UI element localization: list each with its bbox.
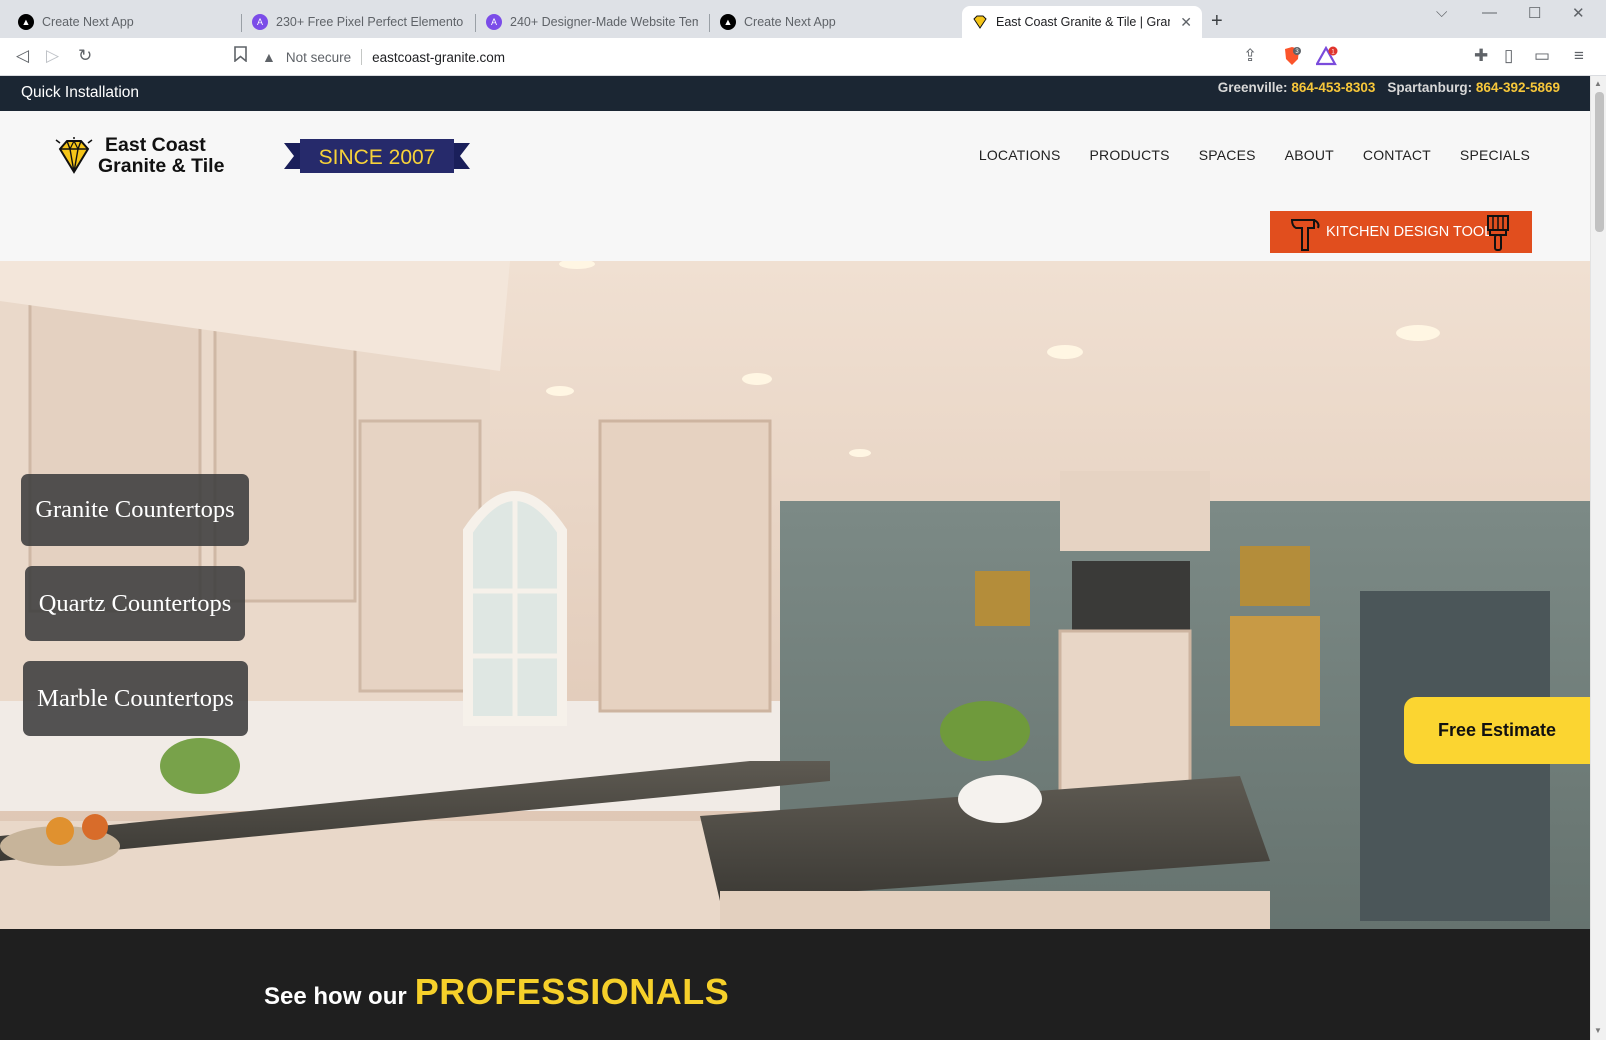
tab-title: 230+ Free Pixel Perfect Elementor Tem <box>276 15 464 29</box>
logo-line-1: East Coast <box>105 134 206 156</box>
warning-icon: ▲ <box>262 49 276 65</box>
phone-number: 864-392-5869 <box>1475 80 1560 95</box>
minimize-icon[interactable]: — <box>1482 4 1497 21</box>
phone-greenville[interactable]: Greenville: 864-453-8303 <box>1218 80 1376 95</box>
tab-website-templates[interactable]: A 240+ Designer-Made Website Templa <box>476 6 708 38</box>
astra-icon: A <box>252 14 268 30</box>
quartz-countertops-button[interactable]: Quartz Countertops <box>25 566 245 641</box>
paintbrush-icon <box>1487 215 1509 251</box>
hero-banner: Granite Countertops Quartz Countertops M… <box>0 261 1590 929</box>
page-scrollbar[interactable]: ▲ ▼ <box>1590 76 1606 1040</box>
diamond-logo-icon <box>55 137 93 174</box>
phone-city: Spartanburg: <box>1387 80 1473 95</box>
marble-countertops-button[interactable]: Marble Countertops <box>23 661 248 736</box>
back-icon[interactable]: ◁ <box>16 46 29 66</box>
since-banner-text: SINCE 2007 <box>319 146 436 169</box>
kitchen-design-tool-label: KITCHEN DESIGN TOOL <box>1326 224 1493 240</box>
main-nav: LOCATIONS PRODUCTS SPACES ABOUT CONTACT … <box>979 147 1530 163</box>
nav-locations[interactable]: LOCATIONS <box>979 147 1061 163</box>
wallet-icon[interactable]: ▭ <box>1534 46 1550 66</box>
url-text: eastcoast-granite.com <box>372 49 505 65</box>
phone-city: Greenville: <box>1217 80 1288 95</box>
scroll-down-icon[interactable]: ▼ <box>1594 1026 1602 1035</box>
top-info-bar: Quick Installation Greenville: 864-453-8… <box>0 76 1590 111</box>
nav-about[interactable]: ABOUT <box>1285 147 1334 163</box>
nav-products[interactable]: PRODUCTS <box>1090 147 1170 163</box>
browser-toolbar: ◁ ▷ ↻ ▲ Not secure eastcoast-granite.com… <box>0 38 1606 76</box>
tab-title: Create Next App <box>42 15 134 29</box>
tab-title: Create Next App <box>744 15 836 29</box>
site-header: East Coast Granite & Tile SINCE 2007 LOC… <box>0 111 1590 261</box>
address-bar[interactable]: ▲ Not secure eastcoast-granite.com <box>262 43 1262 71</box>
heading-lead: See how our <box>264 983 407 1010</box>
brave-shield-icon[interactable]: 3 <box>1282 46 1301 66</box>
tab-east-coast-granite[interactable]: East Coast Granite & Tile | Granite ✕ <box>962 6 1202 38</box>
tab-title: 240+ Designer-Made Website Templa <box>510 15 698 29</box>
extensions-icon[interactable]: ✚ <box>1474 46 1488 66</box>
phone-numbers: Greenville: 864-453-8303 Spartanburg: 86… <box>1218 80 1560 95</box>
nextjs-icon: ▲ <box>18 14 34 30</box>
tab-create-next-app-2[interactable]: ▲ Create Next App <box>710 6 942 38</box>
new-tab-button[interactable]: + <box>1211 10 1223 33</box>
heading-highlight: PROFESSIONALS <box>414 971 730 1012</box>
forward-icon[interactable]: ▷ <box>46 46 59 66</box>
close-tab-icon[interactable]: ✕ <box>1180 14 1192 31</box>
logo-wordmark: East Coast Granite & Tile <box>98 135 224 177</box>
free-estimate-button[interactable]: Free Estimate <box>1404 697 1590 764</box>
close-window-icon[interactable]: ✕ <box>1572 4 1585 22</box>
tab-create-next-app-1[interactable]: ▲ Create Next App <box>8 6 240 38</box>
sidebar-icon[interactable]: ▯ <box>1504 46 1513 66</box>
browser-tabstrip: ▲ Create Next App A 230+ Free Pixel Perf… <box>0 0 1606 38</box>
granite-countertops-button[interactable]: Granite Countertops <box>21 474 249 546</box>
nextjs-icon: ▲ <box>720 14 736 30</box>
menu-icon[interactable]: ≡ <box>1574 46 1584 66</box>
section-heading: See how our PROFESSIONALS <box>264 971 729 1013</box>
tab-search-icon[interactable]: ⌵ <box>1436 4 1447 21</box>
bookmark-icon[interactable] <box>234 46 247 67</box>
reload-icon[interactable]: ↻ <box>78 46 92 66</box>
tab-elementor-templates[interactable]: A 230+ Free Pixel Perfect Elementor Tem <box>242 6 474 38</box>
scroll-up-icon[interactable]: ▲ <box>1594 79 1602 88</box>
nav-contact[interactable]: CONTACT <box>1363 147 1431 163</box>
hammer-icon <box>1290 219 1320 251</box>
phone-number: 864-453-8303 <box>1291 80 1376 95</box>
share-icon[interactable]: ⇪ <box>1243 46 1257 66</box>
professionals-section: See how our PROFESSIONALS <box>0 929 1590 1040</box>
diamond-icon <box>972 14 988 30</box>
nav-specials[interactable]: SPECIALS <box>1460 147 1530 163</box>
tab-title: East Coast Granite & Tile | Granite <box>996 15 1171 29</box>
kitchen-design-tool-button[interactable]: KITCHEN DESIGN TOOL <box>1270 211 1532 253</box>
divider <box>361 49 363 65</box>
logo-line-2: Granite & Tile <box>98 155 225 177</box>
brave-rewards-icon[interactable]: 1 <box>1315 45 1338 66</box>
security-status: Not secure <box>285 49 352 65</box>
maximize-icon[interactable]: ☐ <box>1528 4 1541 22</box>
quick-installation-text: Quick Installation <box>21 84 140 101</box>
scroll-thumb[interactable] <box>1595 92 1604 232</box>
since-banner: SINCE 2007 <box>284 139 470 173</box>
nav-spaces[interactable]: SPACES <box>1199 147 1256 163</box>
page-viewport: Quick Installation Greenville: 864-453-8… <box>0 76 1590 1040</box>
phone-spartanburg[interactable]: Spartanburg: 864-392-5869 <box>1387 80 1560 95</box>
astra-icon: A <box>486 14 502 30</box>
site-logo[interactable]: East Coast Granite & Tile <box>54 135 224 177</box>
